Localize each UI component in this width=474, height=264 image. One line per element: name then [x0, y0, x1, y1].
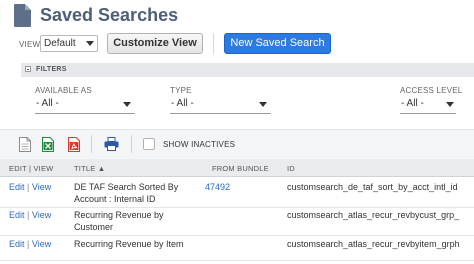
filters-label: FILTERS — [36, 66, 67, 73]
access-level-label: ACCESS LEVEL — [400, 86, 463, 95]
new-saved-search-button[interactable]: New Saved Search — [224, 33, 331, 54]
export-csv-icon[interactable] — [19, 137, 31, 152]
edit-link[interactable]: Edit — [9, 182, 25, 192]
print-icon[interactable] — [104, 137, 119, 151]
row-actions: Edit | View — [9, 238, 51, 250]
row-id: customsearch_atlas_recur_revbyitem_grph — [287, 239, 460, 249]
available-as-select[interactable]: - All - — [35, 95, 135, 114]
row-id: customsearch_de_taf_sort_by_acct_intl_id — [287, 182, 458, 192]
chevron-down-icon — [446, 102, 454, 107]
customize-view-button[interactable]: Customize View — [107, 33, 203, 54]
access-level-value: - All - — [401, 98, 424, 109]
column-title[interactable]: TITLE ▲ — [74, 164, 105, 173]
view-select[interactable]: Default — [40, 35, 98, 52]
toolbar-separator — [91, 135, 92, 153]
view-link[interactable]: View — [32, 210, 51, 220]
row-title-line: Customer — [74, 222, 114, 232]
row-title: Recurring Revenue by Item — [74, 238, 184, 250]
collapse-icon[interactable] — [25, 66, 31, 72]
edit-link[interactable]: Edit — [9, 210, 25, 220]
show-inactives-label: SHOW INACTIVES — [163, 140, 236, 149]
chevron-down-icon — [123, 102, 131, 107]
row-id: customsearch_atlas_recur_revbycust_grp_ — [287, 210, 460, 220]
chevron-down-icon — [86, 41, 94, 46]
view-label: VIEW — [19, 40, 41, 49]
row-title: Recurring Revenue by Customer — [74, 209, 164, 233]
column-from-bundle[interactable]: FROM BUNDLE — [212, 164, 269, 173]
available-as-label: AVAILABLE AS — [35, 86, 92, 95]
edit-link[interactable]: Edit — [9, 239, 25, 249]
row-actions: Edit | View — [9, 181, 51, 193]
column-edit-view: EDIT | VIEW — [9, 164, 54, 173]
show-inactives-checkbox[interactable] — [143, 138, 155, 150]
export-pdf-icon[interactable] — [68, 137, 80, 152]
toolbar-divider — [213, 33, 214, 54]
row-title-line: Account : Internal ID — [74, 194, 156, 204]
view-select-value: Default — [44, 38, 76, 49]
access-level-select[interactable]: - All - — [400, 95, 456, 114]
toolbar-separator — [131, 135, 132, 153]
document-icon — [14, 4, 31, 27]
type-select[interactable]: - All - — [170, 95, 271, 114]
available-as-value: - All - — [36, 98, 59, 109]
column-id[interactable]: ID — [287, 164, 295, 173]
separator: | — [27, 182, 30, 192]
chevron-down-icon — [259, 102, 267, 107]
row-title-line: DE TAF Search Sorted By — [74, 182, 179, 192]
type-label: TYPE — [170, 86, 192, 95]
row-title-line: Recurring Revenue by — [74, 210, 164, 220]
from-bundle-link[interactable]: 47492 — [205, 181, 230, 193]
row-title: DE TAF Search Sorted By Account : Intern… — [74, 181, 178, 205]
page-title: Saved Searches — [40, 5, 179, 25]
type-value: - All - — [171, 98, 194, 109]
row-title-line: Recurring Revenue by Item — [74, 239, 184, 249]
row-divider — [0, 235, 474, 236]
row-divider — [0, 260, 474, 261]
separator: | — [27, 239, 30, 249]
view-link[interactable]: View — [32, 182, 51, 192]
export-excel-icon[interactable] — [42, 137, 54, 152]
row-divider — [0, 207, 474, 208]
view-link[interactable]: View — [32, 239, 51, 249]
filters-header[interactable]: FILTERS — [21, 63, 474, 77]
separator: | — [27, 210, 30, 220]
row-actions: Edit | View — [9, 209, 51, 221]
